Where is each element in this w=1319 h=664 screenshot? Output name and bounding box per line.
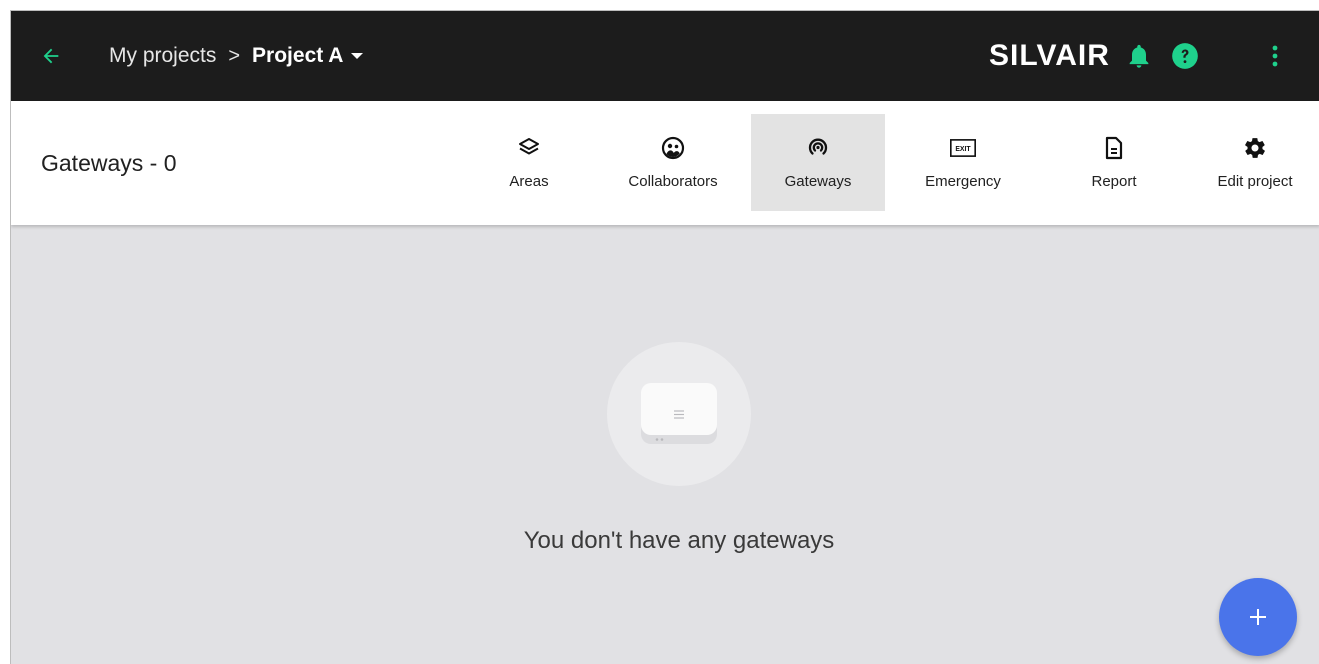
tab-label-edit-project: Edit project: [1217, 173, 1293, 190]
tab-label-areas: Areas: [509, 173, 549, 190]
project-toolbar: Gateways - 0 Areas Collaborators Gateway…: [11, 101, 1319, 225]
more-vertical-icon: [1272, 45, 1278, 67]
help-button[interactable]: [1171, 42, 1199, 70]
project-name: Project A: [252, 44, 344, 67]
notifications-button[interactable]: [1125, 42, 1153, 70]
tab-report[interactable]: Report: [1069, 114, 1159, 211]
help-circle-icon: [1172, 43, 1198, 69]
tab-label-collaborators: Collaborators: [628, 173, 718, 190]
layers-icon: [516, 135, 542, 161]
more-options-button[interactable]: [1267, 42, 1283, 70]
tab-label-gateways: Gateways: [784, 173, 852, 190]
back-button[interactable]: [33, 38, 69, 74]
arrow-left-icon: [43, 48, 59, 64]
document-icon: [1101, 135, 1127, 161]
add-gateway-button[interactable]: [1219, 578, 1297, 656]
empty-state-illustration: [607, 342, 751, 486]
breadcrumb-separator: >: [228, 44, 241, 67]
plus-icon: [1250, 609, 1266, 625]
tab-label-emergency: Emergency: [925, 173, 1001, 190]
brand-logo: SILVAIR: [989, 39, 1110, 72]
tab-collaborators[interactable]: Collaborators: [609, 114, 737, 211]
main-content: You don't have any gateways: [11, 225, 1319, 664]
project-selector[interactable]: Project A: [252, 44, 364, 68]
gateway-signal-icon: [805, 135, 831, 161]
caret-down-icon: [351, 53, 364, 59]
tab-label-report: Report: [1091, 173, 1137, 190]
page-title: Gateways - 0: [41, 149, 177, 176]
tab-emergency[interactable]: EXIT Emergency: [911, 114, 1015, 211]
app-window: My projects > Project A SILVAIR Gateways…: [10, 10, 1319, 664]
collaborators-icon: [660, 135, 686, 161]
breadcrumb-my-projects[interactable]: My projects: [109, 44, 216, 68]
exit-sign-text: EXIT: [955, 146, 971, 153]
tab-areas[interactable]: Areas: [481, 114, 577, 211]
exit-sign-icon: EXIT: [950, 135, 976, 161]
breadcrumb: My projects > Project A: [109, 11, 364, 101]
empty-state-message: You don't have any gateways: [523, 527, 835, 554]
gateway-device-icon: [641, 383, 717, 444]
bell-icon: [1129, 44, 1149, 68]
tab-gateways[interactable]: Gateways: [751, 114, 885, 211]
tab-edit-project[interactable]: Edit project: [1199, 114, 1311, 211]
top-app-bar: My projects > Project A SILVAIR: [11, 11, 1319, 101]
gear-icon: [1242, 135, 1268, 161]
